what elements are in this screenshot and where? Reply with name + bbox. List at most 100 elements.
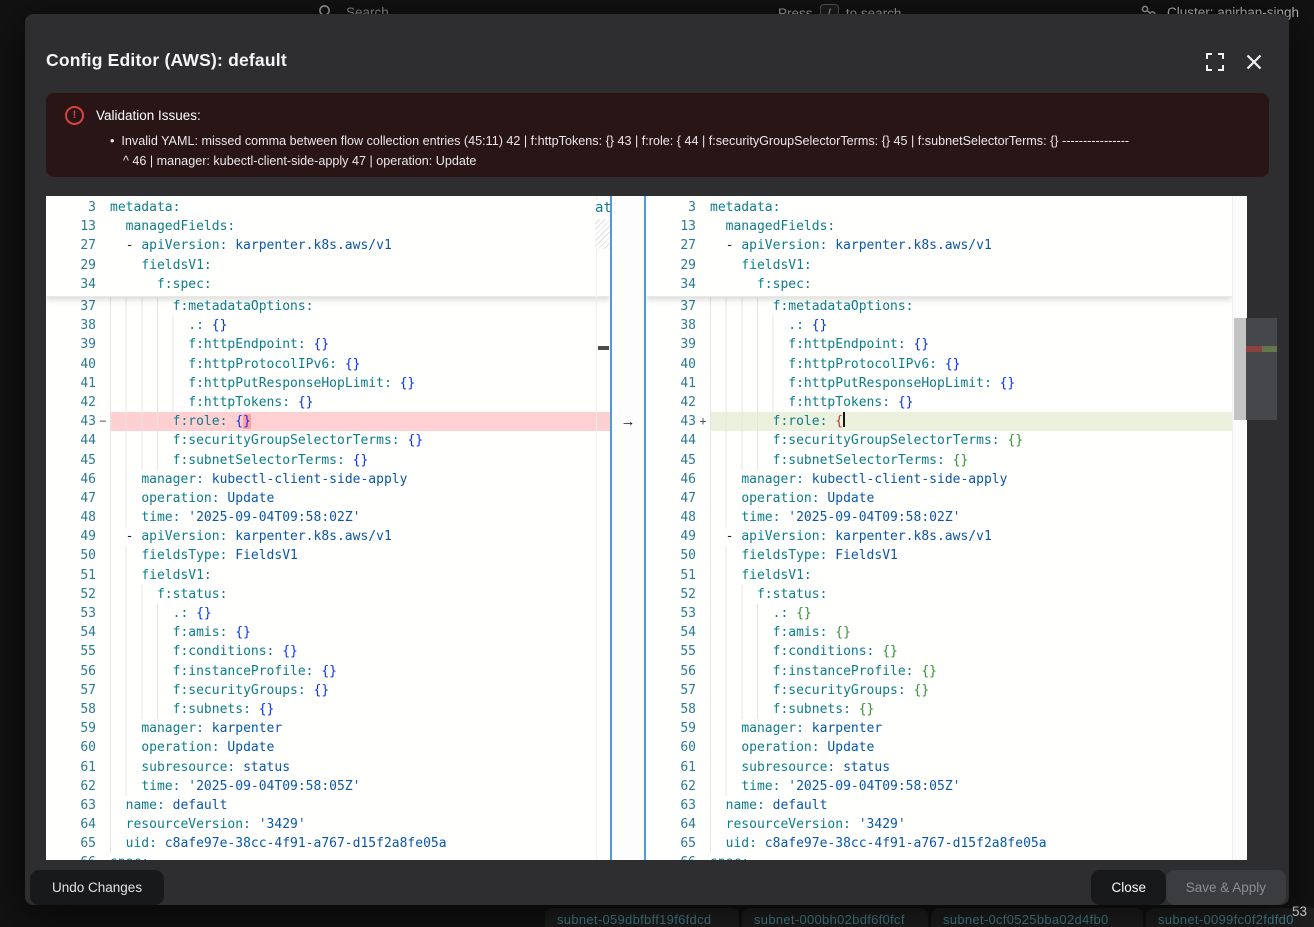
code-line[interactable]: 60 operation: Update xyxy=(46,738,610,757)
validation-banner: ! Validation Issues: •Invalid YAML: miss… xyxy=(46,93,1269,177)
code-line[interactable]: 59 manager: karpenter xyxy=(646,719,1232,738)
save-apply-button[interactable]: Save & Apply xyxy=(1166,870,1286,905)
overview-viewport[interactable] xyxy=(1246,318,1277,420)
code-line[interactable]: 44 f:securityGroupSelectorTerms: {} xyxy=(46,431,610,450)
code-line[interactable]: 55 f:conditions: {} xyxy=(46,642,610,661)
scrollbar-thumb[interactable] xyxy=(1234,318,1246,420)
code-line[interactable]: 39 f:httpEndpoint: {} xyxy=(646,335,1232,354)
code-line[interactable]: 60 operation: Update xyxy=(646,738,1232,757)
code-line[interactable]: 34 f:spec: xyxy=(646,275,1232,294)
code-line[interactable]: 48 time: '2025-09-04T09:58:02Z' xyxy=(46,508,610,527)
diff-gutter[interactable]: → xyxy=(610,196,646,860)
left-scrollbar-thumb[interactable] xyxy=(598,346,609,350)
code-line[interactable]: 29 fieldsV1: xyxy=(646,256,1232,275)
code-line[interactable]: 51 fieldsV1: xyxy=(46,566,610,585)
code-line[interactable]: 51 fieldsV1: xyxy=(646,566,1232,585)
diff-marker xyxy=(96,642,110,661)
code-line[interactable]: 3metadata: xyxy=(646,198,1232,217)
scrollbar-track[interactable] xyxy=(1232,196,1247,860)
code-line[interactable]: 62 time: '2025-09-04T09:58:05Z' xyxy=(46,777,610,796)
code-line[interactable]: 53 .: {} xyxy=(46,604,610,623)
code-line[interactable]: 46 manager: kubectl-client-side-apply xyxy=(46,470,610,489)
code-line[interactable]: 65 uid: c8afe97e-38cc-4f91-a767-d15f2a8f… xyxy=(646,834,1232,853)
code-line[interactable]: 50 fieldsType: FieldsV1 xyxy=(46,546,610,565)
code-line[interactable]: 37 f:metadataOptions: xyxy=(646,297,1232,316)
code-line[interactable]: 49 - apiVersion: karpenter.k8s.aws/v1 xyxy=(646,527,1232,546)
code-line[interactable]: 45 f:subnetSelectorTerms: {} xyxy=(46,451,610,470)
code-line[interactable]: 45 f:subnetSelectorTerms: {} xyxy=(646,451,1232,470)
code-line[interactable]: 58 f:subnets: {} xyxy=(46,700,610,719)
code-line[interactable]: 57 f:securityGroups: {} xyxy=(646,681,1232,700)
code-line[interactable]: 64 resourceVersion: '3429' xyxy=(646,815,1232,834)
code-line[interactable]: 41 f:httpPutResponseHopLimit: {} xyxy=(646,374,1232,393)
code-line[interactable]: 13 managedFields: xyxy=(646,217,1232,236)
line-number: 64 xyxy=(646,815,696,834)
code-line[interactable]: 43+ f:role: { xyxy=(646,412,1232,431)
line-number: 27 xyxy=(646,236,696,255)
code-line[interactable]: 53 .: {} xyxy=(646,604,1232,623)
code-line[interactable]: 66spec: xyxy=(46,853,610,860)
code-line[interactable]: 58 f:subnets: {} xyxy=(646,700,1232,719)
diff-marker xyxy=(696,796,710,815)
fullscreen-button[interactable] xyxy=(1205,52,1225,72)
code-line[interactable]: 66spec: xyxy=(646,853,1232,860)
code-line[interactable]: 54 f:amis: {} xyxy=(646,623,1232,642)
diff-marker xyxy=(96,217,110,236)
code-line[interactable]: 29 fieldsV1: xyxy=(46,256,610,275)
code-line[interactable]: 56 f:instanceProfile: {} xyxy=(46,662,610,681)
close-button-x[interactable] xyxy=(1244,52,1264,72)
code-line[interactable]: 52 f:status: xyxy=(646,585,1232,604)
revert-change-arrow[interactable]: → xyxy=(621,412,636,431)
code-line[interactable]: 49 - apiVersion: karpenter.k8s.aws/v1 xyxy=(46,527,610,546)
code-line[interactable]: 42 f:httpTokens: {} xyxy=(646,393,1232,412)
code-line[interactable]: 61 subresource: status xyxy=(46,758,610,777)
code-line[interactable]: 52 f:status: xyxy=(46,585,610,604)
code-line[interactable]: 56 f:instanceProfile: {} xyxy=(646,662,1232,681)
diff-marker xyxy=(96,815,110,834)
code-line[interactable]: 38 .: {} xyxy=(646,316,1232,335)
code-line[interactable]: 47 operation: Update xyxy=(46,489,610,508)
code-line[interactable]: 42 f:httpTokens: {} xyxy=(46,393,610,412)
code-line[interactable]: 47 operation: Update xyxy=(646,489,1232,508)
diff-marker xyxy=(696,217,710,236)
code-line[interactable]: 38 .: {} xyxy=(46,316,610,335)
code-line[interactable]: 57 f:securityGroups: {} xyxy=(46,681,610,700)
line-number: 61 xyxy=(646,758,696,777)
code-line[interactable]: 44 f:securityGroupSelectorTerms: {} xyxy=(646,431,1232,450)
code-line[interactable]: 48 time: '2025-09-04T09:58:02Z' xyxy=(646,508,1232,527)
code-line[interactable]: 65 uid: c8afe97e-38cc-4f91-a767-d15f2a8f… xyxy=(46,834,610,853)
code-line[interactable]: 61 subresource: status xyxy=(646,758,1232,777)
code-line[interactable]: 37 f:metadataOptions: xyxy=(46,297,610,316)
code-line[interactable]: 39 f:httpEndpoint: {} xyxy=(46,335,610,354)
code-line[interactable]: 54 f:amis: {} xyxy=(46,623,610,642)
code-line[interactable]: 46 manager: kubectl-client-side-apply xyxy=(646,470,1232,489)
close-button[interactable]: Close xyxy=(1091,870,1166,905)
code-line[interactable]: 50 fieldsType: FieldsV1 xyxy=(646,546,1232,565)
original-editor-pane[interactable]: 3metadata:13 managedFields:27 - apiVersi… xyxy=(46,196,610,860)
code-line[interactable]: 34 f:spec: xyxy=(46,275,610,294)
code-line[interactable]: 27 - apiVersion: karpenter.k8s.aws/v1 xyxy=(646,236,1232,255)
line-number: 57 xyxy=(646,681,696,700)
code-line[interactable]: 27 - apiVersion: karpenter.k8s.aws/v1 xyxy=(46,236,610,255)
diff-marker xyxy=(96,393,110,412)
code-line[interactable]: 40 f:httpProtocolIPv6: {} xyxy=(646,355,1232,374)
code-line[interactable]: 62 time: '2025-09-04T09:58:05Z' xyxy=(646,777,1232,796)
line-number: 3 xyxy=(46,198,96,217)
code-line[interactable]: 13 managedFields: xyxy=(46,217,610,236)
diff-marker xyxy=(696,719,710,738)
diff-marker xyxy=(96,275,110,294)
code-line[interactable]: 40 f:httpProtocolIPv6: {} xyxy=(46,355,610,374)
code-line[interactable]: 55 f:conditions: {} xyxy=(646,642,1232,661)
line-number: 46 xyxy=(646,470,696,489)
code-line[interactable]: 59 manager: karpenter xyxy=(46,719,610,738)
code-line[interactable]: 43− f:role: {} xyxy=(46,412,610,431)
undo-changes-button[interactable]: Undo Changes xyxy=(30,870,164,905)
modified-editor-pane[interactable]: 3metadata:13 managedFields:27 - apiVersi… xyxy=(646,196,1232,860)
code-line[interactable]: 63 name: default xyxy=(46,796,610,815)
diff-overview-ruler[interactable] xyxy=(1246,196,1277,860)
code-line[interactable]: 3metadata: xyxy=(46,198,610,217)
code-line[interactable]: 64 resourceVersion: '3429' xyxy=(46,815,610,834)
line-number: 40 xyxy=(46,355,96,374)
code-line[interactable]: 41 f:httpPutResponseHopLimit: {} xyxy=(46,374,610,393)
code-line[interactable]: 63 name: default xyxy=(646,796,1232,815)
